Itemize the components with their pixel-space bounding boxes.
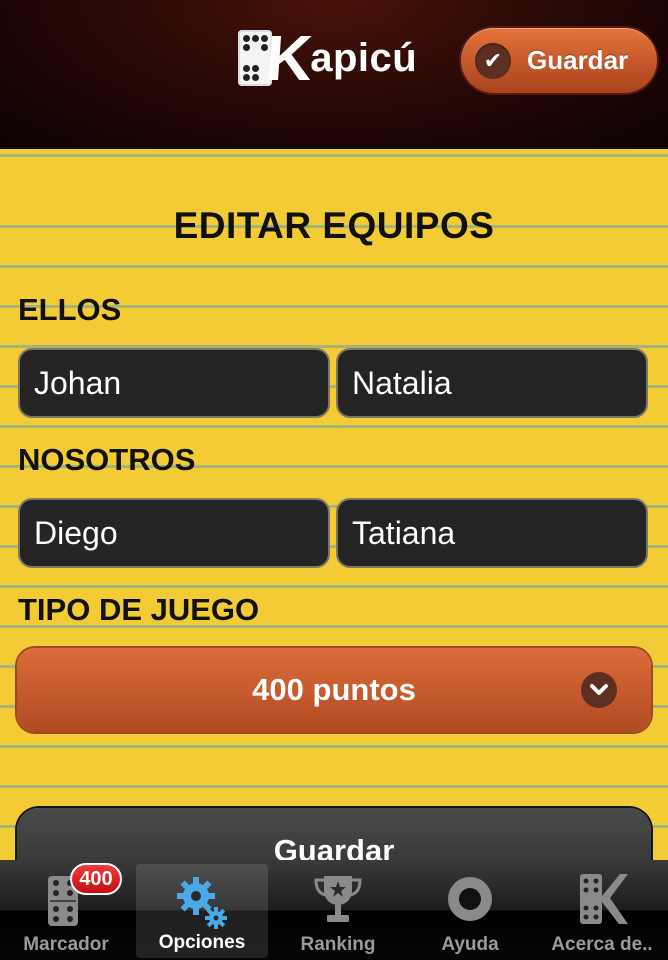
chevron-down-icon bbox=[581, 672, 617, 708]
team1-player1-field[interactable]: Johan bbox=[18, 348, 330, 418]
team1-player2-field[interactable]: Natalia bbox=[336, 348, 648, 418]
tab-ayuda[interactable]: Ayuda bbox=[404, 860, 536, 960]
team2-label: NOSOTROS bbox=[18, 442, 196, 477]
lifebuoy-icon bbox=[440, 870, 500, 928]
trophy-icon bbox=[308, 870, 368, 928]
tab-ranking[interactable]: Ranking bbox=[272, 860, 404, 960]
team2-player1-field[interactable]: Diego bbox=[18, 498, 330, 568]
k-domino-icon bbox=[572, 870, 632, 928]
check-icon: ✔ bbox=[475, 42, 511, 79]
tab-marcador[interactable]: 400 Marcador bbox=[0, 860, 132, 960]
save-button-label: Guardar bbox=[527, 45, 629, 75]
kapicu-logo: K apicú bbox=[238, 22, 428, 94]
tab-bar: 400 Marcador Opciones Ranking Ayuda Acer… bbox=[0, 860, 668, 960]
gears-icon bbox=[172, 874, 232, 932]
logo-letter: K bbox=[263, 22, 315, 94]
logo-text: apicú bbox=[310, 36, 418, 80]
header-bar: K apicú ✔ Guardar bbox=[0, 0, 668, 149]
save-button-top[interactable]: ✔ Guardar bbox=[461, 28, 657, 93]
team2-player2-field[interactable]: Tatiana bbox=[336, 498, 648, 568]
score-badge: 400 bbox=[70, 863, 122, 895]
page-title: EDITAR EQUIPOS bbox=[173, 205, 495, 246]
team1-label: ELLOS bbox=[18, 292, 122, 327]
game-type-select[interactable]: 400 puntos bbox=[17, 648, 651, 732]
notepad-panel: EDITAR EQUIPOS ELLOS Johan Natalia NOSOT… bbox=[0, 149, 668, 860]
tab-label: Acerca de.. bbox=[551, 934, 653, 955]
tab-opciones[interactable]: Opciones bbox=[136, 864, 268, 958]
tab-acerca-de[interactable]: Acerca de.. bbox=[536, 860, 668, 960]
game-type-label: TIPO DE JUEGO bbox=[18, 592, 260, 627]
game-type-value: 400 puntos bbox=[252, 672, 416, 707]
tab-label: Ayuda bbox=[441, 934, 499, 955]
tab-label: Opciones bbox=[158, 932, 246, 953]
save-button-bottom[interactable]: Guardar bbox=[17, 808, 651, 860]
tab-label: Marcador bbox=[23, 934, 109, 955]
tab-label: Ranking bbox=[300, 934, 376, 955]
